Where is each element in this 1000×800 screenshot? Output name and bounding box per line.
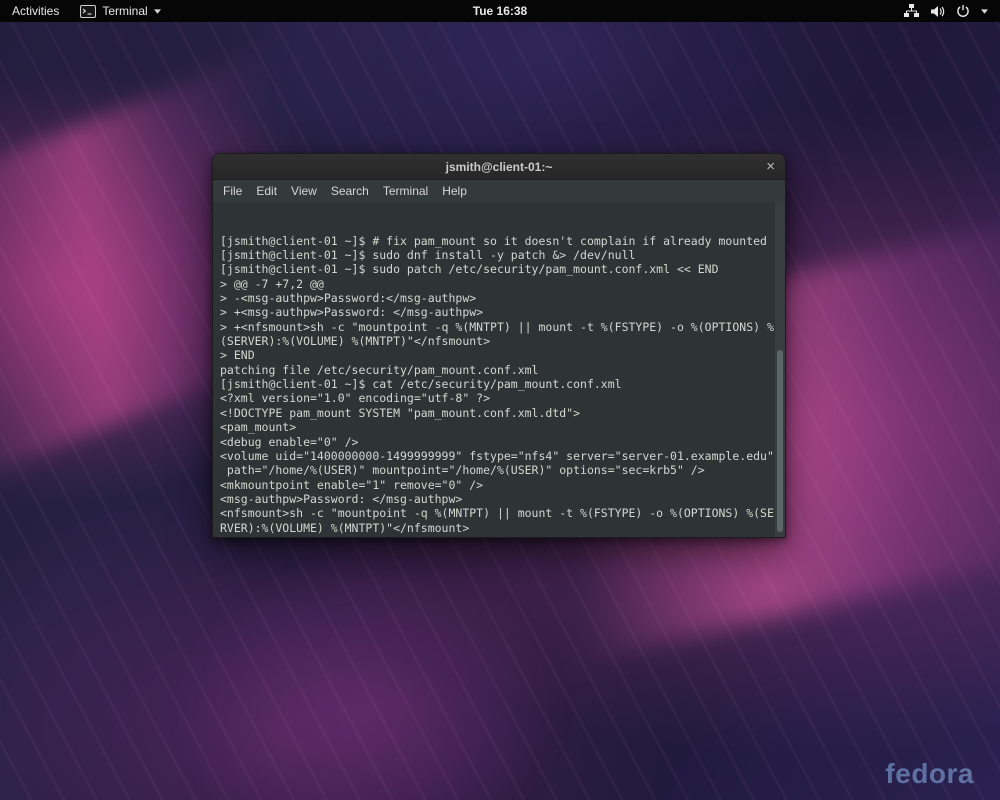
menu-bar: FileEditViewSearchTerminalHelp <box>213 180 785 202</box>
terminal-content[interactable]: [jsmith@client-01 ~]$ # fix pam_mount so… <box>213 202 785 538</box>
power-icon <box>956 4 970 18</box>
close-button[interactable]: × <box>766 159 775 174</box>
terminal-line: <pam_mount> <box>220 420 773 434</box>
scrollbar-thumb[interactable] <box>777 350 783 532</box>
scrollbar[interactable] <box>775 202 785 538</box>
menu-item[interactable]: Search <box>324 184 376 198</box>
app-menu-label: Terminal <box>102 4 147 18</box>
terminal-lines: [jsmith@client-01 ~]$ # fix pam_mount so… <box>220 234 773 538</box>
terminal-line: [jsmith@client-01 ~]$ # fix pam_mount so… <box>220 234 773 248</box>
terminal-window: jsmith@client-01:~ × FileEditViewSearchT… <box>212 153 786 538</box>
terminal-line: </pam_mount> <box>220 535 773 538</box>
menu-item[interactable]: Help <box>435 184 474 198</box>
terminal-line: <?xml version="1.0" encoding="utf-8" ?> <box>220 391 773 405</box>
top-bar: Activities Terminal Tue 16:38 <box>0 0 1000 22</box>
chevron-down-icon <box>154 9 161 14</box>
terminal-line: [jsmith@client-01 ~]$ sudo patch /etc/se… <box>220 262 773 276</box>
terminal-line: <debug enable="0" /> <box>220 435 773 449</box>
network-icon <box>904 4 919 18</box>
terminal-line: <msg-authpw>Password: </msg-authpw> <box>220 492 773 506</box>
terminal-line: (SERVER):%(VOLUME) %(MNTPT)"</nfsmount> <box>220 334 773 348</box>
app-menu-button[interactable]: Terminal <box>71 0 169 22</box>
activities-button[interactable]: Activities <box>0 0 71 22</box>
terminal-line: > END <box>220 348 773 362</box>
wallpaper-streak <box>100 500 640 800</box>
terminal-line: <volume uid="1400000000-1499999999" fsty… <box>220 449 773 463</box>
terminal-line: <nfsmount>sh -c "mountpoint -q %(MNTPT) … <box>220 506 773 520</box>
volume-icon <box>930 5 945 18</box>
terminal-line: RVER):%(VOLUME) %(MNTPT)"</nfsmount> <box>220 521 773 535</box>
window-title: jsmith@client-01:~ <box>446 160 553 174</box>
terminal-line: > @@ -7 +7,2 @@ <box>220 277 773 291</box>
system-menu-button[interactable] <box>892 0 1000 22</box>
menu-item[interactable]: File <box>216 184 249 198</box>
terminal-line: > -<msg-authpw>Password:</msg-authpw> <box>220 291 773 305</box>
terminal-line: path="/home/%(USER)" mountpoint="/home/%… <box>220 463 773 477</box>
terminal-line: <mkmountpoint enable="1" remove="0" /> <box>220 478 773 492</box>
terminal-line: > +<nfsmount>sh -c "mountpoint -q %(MNTP… <box>220 320 773 334</box>
terminal-line: > +<msg-authpw>Password: </msg-authpw> <box>220 305 773 319</box>
terminal-app-icon <box>80 5 96 18</box>
terminal-line: <!DOCTYPE pam_mount SYSTEM "pam_mount.co… <box>220 406 773 420</box>
fedora-logo: fedora <box>885 758 974 790</box>
chevron-down-icon <box>981 9 988 14</box>
terminal-line: [jsmith@client-01 ~]$ cat /etc/security/… <box>220 377 773 391</box>
titlebar[interactable]: jsmith@client-01:~ × <box>213 154 785 180</box>
menu-item[interactable]: View <box>284 184 324 198</box>
terminal-line: [jsmith@client-01 ~]$ sudo dnf install -… <box>220 248 773 262</box>
menu-item[interactable]: Edit <box>249 184 284 198</box>
clock[interactable]: Tue 16:38 <box>473 4 527 18</box>
desktop: fedora Activities Terminal Tue 16:38 <box>0 0 1000 800</box>
menu-item[interactable]: Terminal <box>376 184 435 198</box>
terminal-line: patching file /etc/security/pam_mount.co… <box>220 363 773 377</box>
